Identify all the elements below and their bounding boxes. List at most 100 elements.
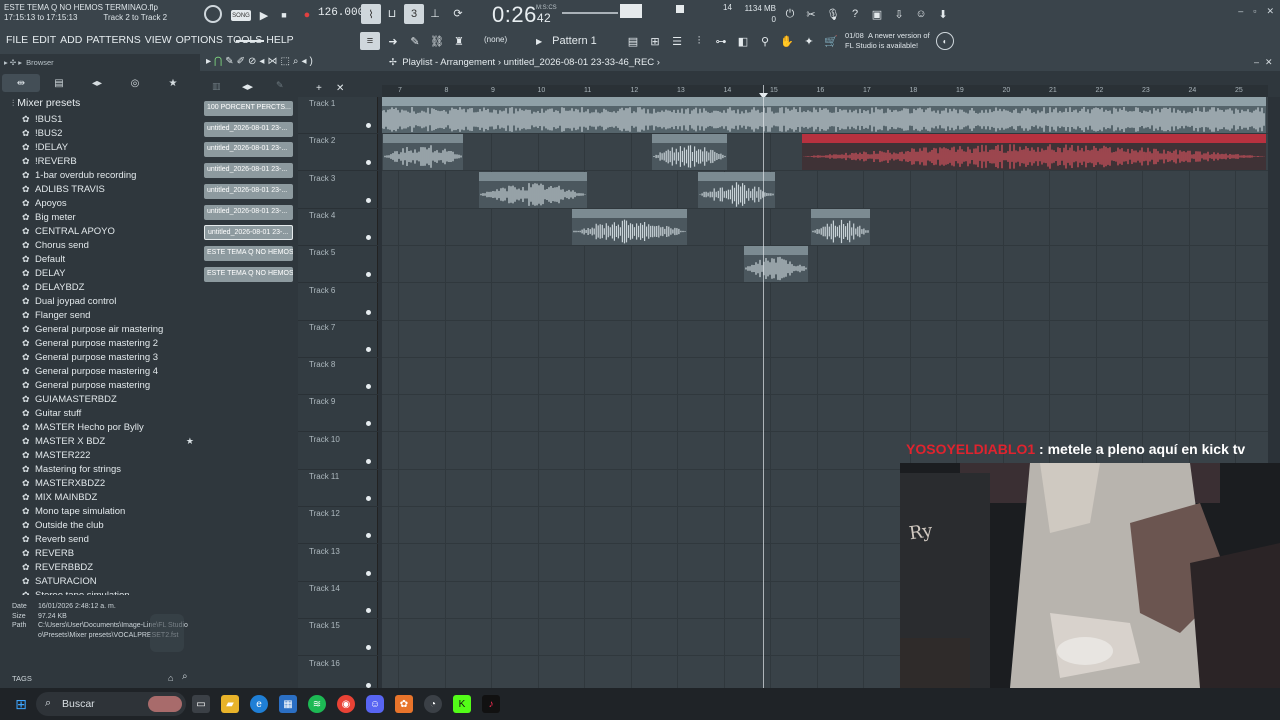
track-lane[interactable] <box>382 246 1268 284</box>
preset-item[interactable]: ✿ Flanger send <box>22 308 198 322</box>
preset-item[interactable]: ✿ Mastering for strings <box>22 462 198 476</box>
track-enable-led[interactable] <box>366 123 371 128</box>
close-icon[interactable]: ✕ <box>1265 57 1279 67</box>
preset-item[interactable]: ✿ MASTER222 <box>22 448 198 462</box>
tab-online-icon[interactable]: ◎ <box>116 74 154 92</box>
clip-source-item[interactable]: untitled_2026-08-01 23-... <box>204 163 293 179</box>
preset-item[interactable]: ✿ !DELAY <box>22 140 198 154</box>
menu-help[interactable]: HELP <box>266 34 293 46</box>
track-header[interactable]: Track 7 <box>298 321 378 358</box>
stamp-icon[interactable]: ♜ <box>450 32 468 50</box>
arrow-right-icon[interactable]: ➜ <box>384 32 402 50</box>
store-icon[interactable]: ▦ <box>279 695 297 713</box>
render-icon[interactable]: ⇩ <box>890 5 908 23</box>
wand-icon[interactable]: ✦ <box>800 32 818 50</box>
preset-item[interactable]: ✿ Mono tape simulation <box>22 504 198 518</box>
preset-item[interactable]: ✿ !REVERB <box>22 154 198 168</box>
clip-source-item[interactable]: untitled_2026-08-01 23-... <box>204 225 293 241</box>
preset-item[interactable]: ✿ Stereo tape simulation <box>22 588 198 596</box>
track-enable-led[interactable] <box>366 346 371 352</box>
track-enable-led[interactable] <box>366 309 371 315</box>
track-lane[interactable] <box>382 395 1268 433</box>
edit-icon[interactable]: ✎ <box>276 80 284 91</box>
tab-all-icon[interactable]: ⇹ <box>2 74 40 92</box>
clip-source-item[interactable]: untitled_2026-08-01 23-... <box>204 121 293 137</box>
preset-item[interactable]: ✿ MASTER X BDZ ★ <box>22 434 198 448</box>
track-enable-led[interactable] <box>366 421 371 427</box>
preset-item[interactable]: ✿ General purpose mastering 3 <box>22 350 198 364</box>
slice-icon[interactable]: ⋈ <box>267 56 280 67</box>
master-pitch-slider[interactable] <box>236 40 264 42</box>
tiktok-icon[interactable]: ♪ <box>482 695 500 713</box>
preset-item[interactable]: ✿ REVERBBDZ <box>22 560 198 574</box>
preset-item[interactable]: ✿ General purpose mastering 4 <box>22 364 198 378</box>
record-button[interactable]: ● <box>298 6 316 24</box>
track-header[interactable]: Track 12 <box>298 507 378 545</box>
playback-icon[interactable]: ◂) <box>302 56 316 67</box>
menu-file[interactable]: FILE <box>6 34 28 46</box>
track-lane[interactable] <box>382 358 1268 396</box>
microphone-icon[interactable]: 🎙 <box>824 5 842 23</box>
preset-item[interactable]: ✿ 1-bar overdub recording <box>22 168 198 182</box>
spotify-icon[interactable]: ≋ <box>308 695 326 713</box>
track-enable-led[interactable] <box>366 570 371 576</box>
audio-clip[interactable]: untitled...46_REC <box>744 246 808 283</box>
pick-clip-icon[interactable]: ◂▸ <box>242 80 253 93</box>
discord-icon[interactable]: ☺ <box>366 695 384 713</box>
menu-patterns[interactable]: PATTERNS <box>86 34 140 46</box>
loop-record-icon[interactable]: ⟳ <box>449 4 467 22</box>
menu-options[interactable]: OPTIONS <box>176 34 223 46</box>
preset-item[interactable]: ✿ Big meter <box>22 210 198 224</box>
track-enable-led[interactable] <box>366 458 371 464</box>
brush-icon[interactable]: ✎ <box>406 32 424 50</box>
song-mode-button[interactable]: SONG <box>231 10 251 21</box>
menu-edit[interactable]: EDIT <box>32 34 56 46</box>
track-header[interactable]: Track 9 <box>298 395 378 433</box>
cut-icon[interactable]: ✂ <box>802 5 820 23</box>
tab-favorites-icon[interactable]: ★ <box>154 74 192 92</box>
play-button[interactable]: ▶ <box>255 6 273 24</box>
help-icon[interactable]: ? <box>846 5 864 23</box>
kick-icon[interactable]: K <box>453 695 471 713</box>
power-icon[interactable]: ⏻ <box>781 5 799 23</box>
clip-source-item[interactable]: untitled_2026-08-01 23-... <box>204 142 293 158</box>
tab-project-icon[interactable]: ▤ <box>40 74 78 92</box>
audio-clip[interactable]: untitled_2...17-15_REC <box>383 134 463 171</box>
channel-rack-icon[interactable]: ☰ <box>668 32 686 50</box>
preset-item[interactable]: ✿ Apoyos <box>22 196 198 210</box>
update-notice[interactable]: 01/08 A newer version of FL Studio is av… <box>845 31 930 51</box>
track-enable-led[interactable] <box>366 234 371 240</box>
track-enable-led[interactable] <box>366 645 371 651</box>
fl-studio-icon[interactable]: ✿ <box>395 695 413 713</box>
audio-clip[interactable]: untitled_2...5-23_REC <box>652 134 727 171</box>
close-icon[interactable]: ✕ <box>1266 6 1274 17</box>
track-header[interactable]: Track 13 <box>298 545 378 582</box>
preset-item[interactable]: ✿ ADLIBS TRAVIS <box>22 182 198 196</box>
add-track-icon[interactable]: + <box>316 83 322 94</box>
track-header[interactable]: Track 15 <box>298 619 378 657</box>
track-header[interactable]: Track 1 <box>298 97 378 134</box>
clip-source-item[interactable]: 100 PORCENT PERCTS... <box>204 101 293 116</box>
preset-item[interactable]: ✿ MASTER Hecho por Bylly <box>22 420 198 434</box>
folder-title[interactable]: ⫶ Mixer presets <box>12 97 80 109</box>
clip-source-item[interactable]: untitled_2026-08-01 23-... <box>204 183 293 199</box>
snap-icon[interactable]: ≡ <box>360 32 380 50</box>
track-header[interactable]: Track 10 <box>298 433 378 470</box>
countdown-icon[interactable]: 3 <box>404 4 424 24</box>
taskbar-search[interactable]: ⌕ Buscar <box>36 692 186 716</box>
select-icon[interactable]: ⬚ <box>280 56 292 67</box>
edge-icon[interactable]: e <box>250 695 268 713</box>
preset-item[interactable]: ✿ CENTRAL APOYO <box>22 224 198 238</box>
remove-track-icon[interactable]: ✕ <box>336 83 344 94</box>
maximize-icon[interactable]: ▫ <box>1253 6 1256 17</box>
download-icon[interactable]: ⬇ <box>934 5 952 23</box>
preset-item[interactable]: ✿ General purpose mastering <box>22 378 198 392</box>
track-header[interactable]: Track 14 <box>298 582 378 619</box>
shop-icon[interactable]: 🛒 <box>822 32 840 50</box>
project-browser-icon[interactable]: ◧ <box>734 32 752 50</box>
track-header[interactable]: Track 4 <box>298 209 378 246</box>
stop-button[interactable]: ■ <box>275 6 293 24</box>
track-enable-led[interactable] <box>366 496 371 501</box>
plugin-picker-icon[interactable]: ⊶ <box>712 32 730 50</box>
tempo-display[interactable]: 126.000 <box>318 7 364 19</box>
